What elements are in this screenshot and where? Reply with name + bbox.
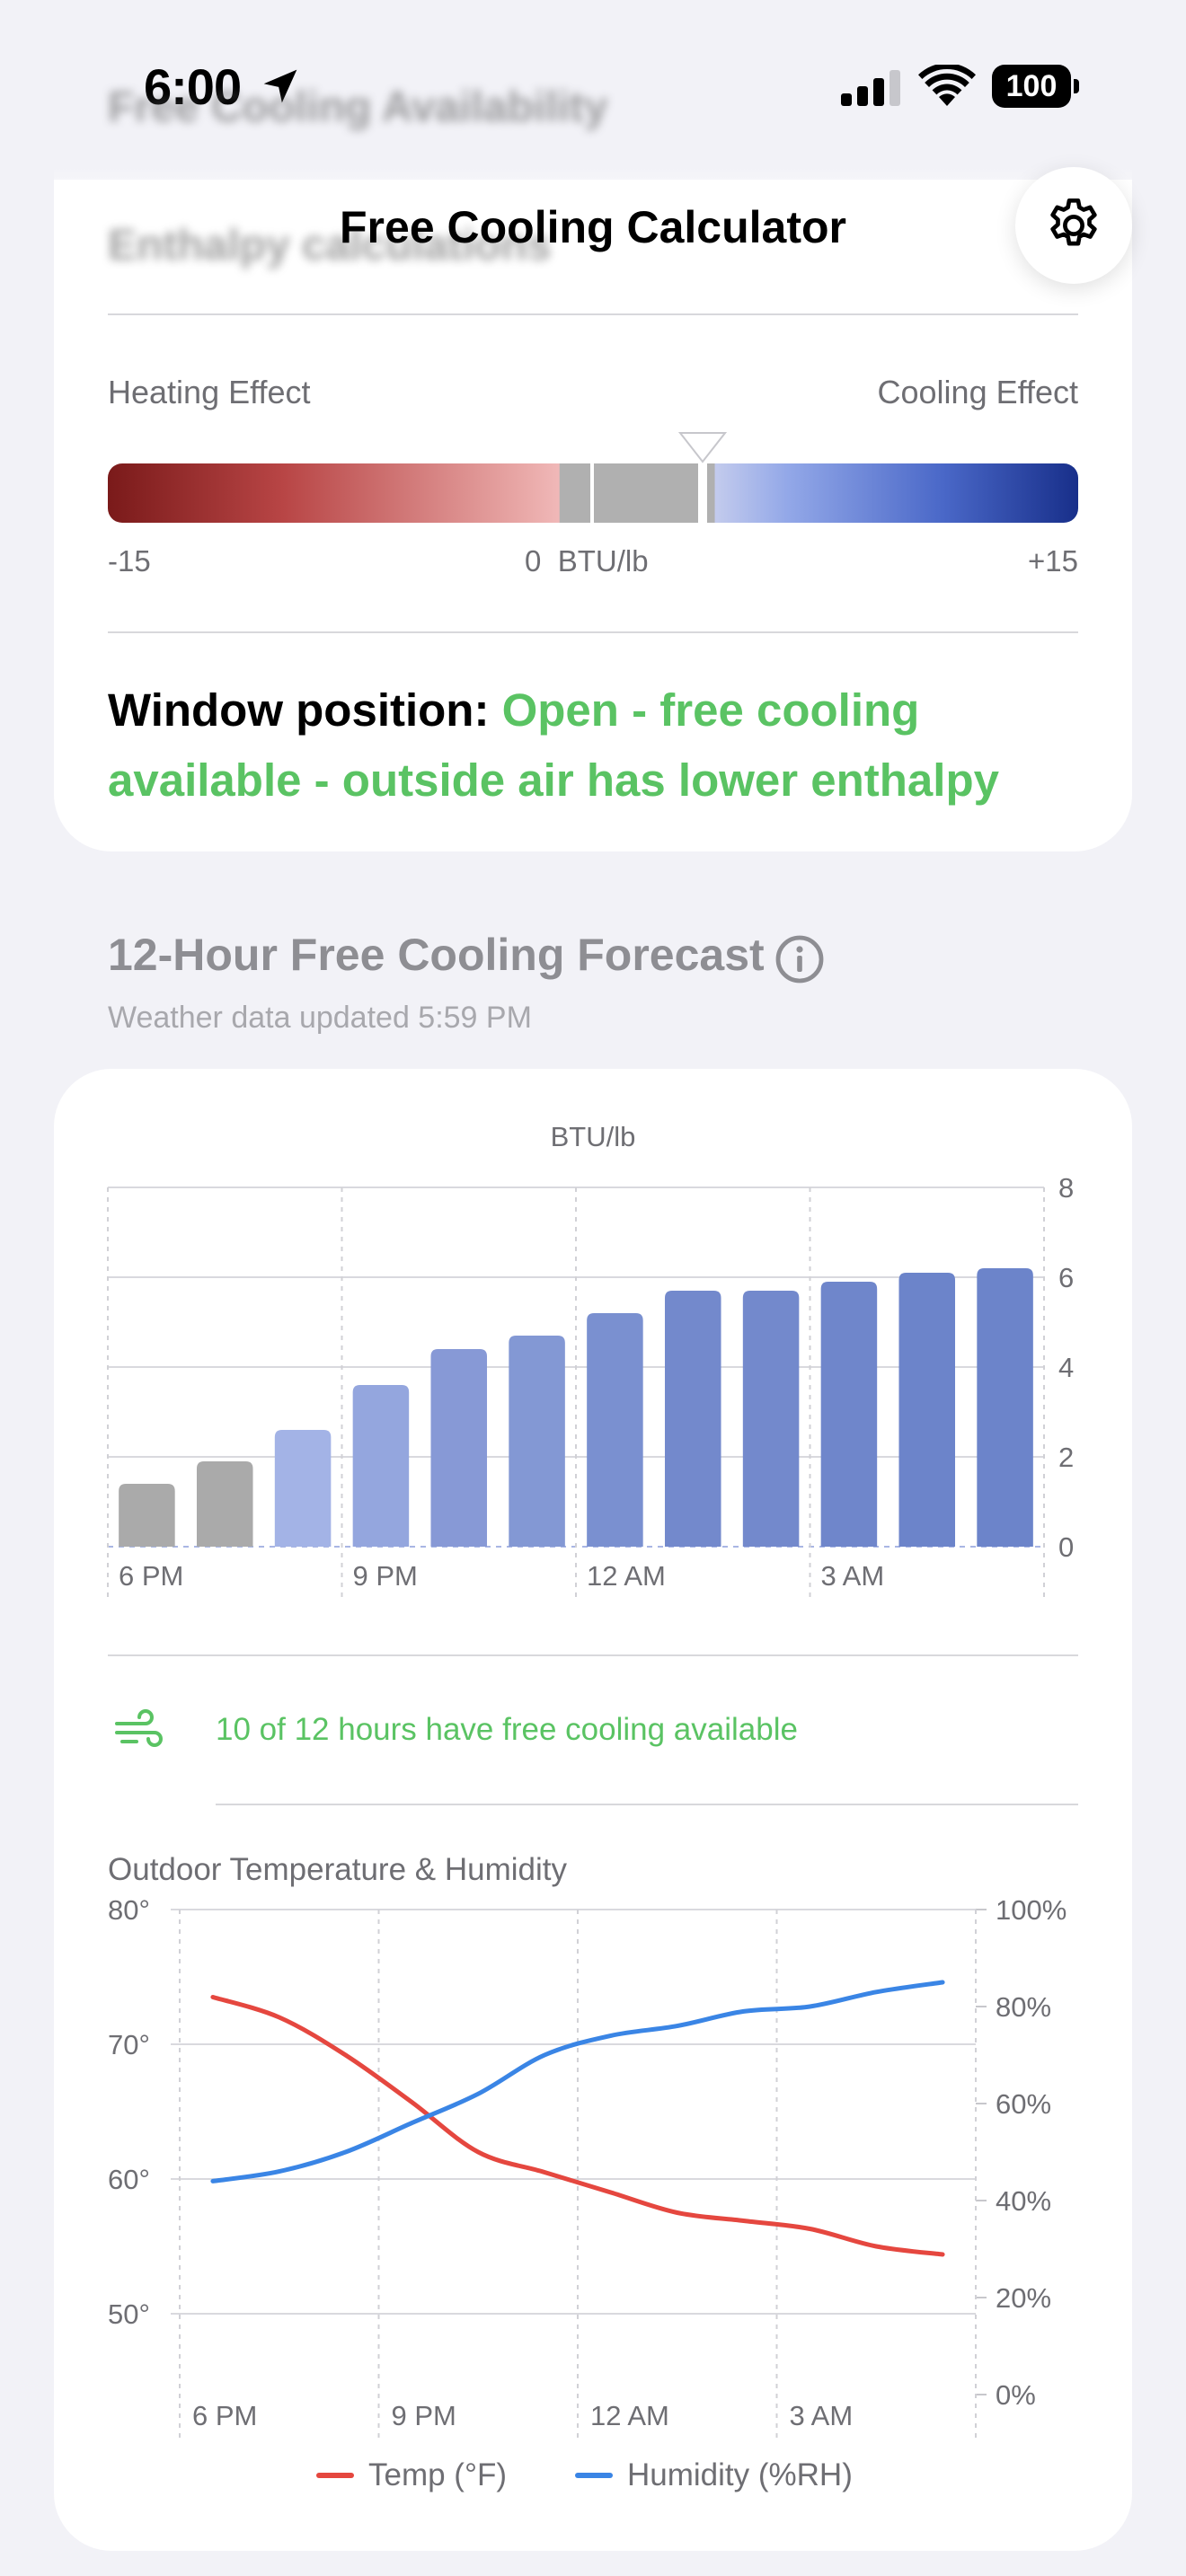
line-right-tick-label: 0%: [996, 2379, 1036, 2411]
window-position: Window position: Open - free cooling ava…: [108, 675, 1024, 816]
line-x-tick-label: 9 PM: [392, 2400, 456, 2431]
line-right-tick-label: 40%: [996, 2185, 1051, 2217]
chart-divider: [108, 1654, 1078, 1656]
scale-mid-label: 0 BTU/lb: [525, 544, 649, 578]
bar: [119, 1484, 175, 1547]
scale-min-label: -15: [108, 544, 151, 578]
battery-indicator: 100: [992, 65, 1079, 108]
scale-max-label: +15: [1028, 544, 1078, 578]
legend-temp-label: Temp (°F): [368, 2457, 507, 2492]
cooling-effect-label: Cooling Effect: [877, 374, 1078, 410]
line-left-tick-label: 50°: [108, 2298, 150, 2330]
bar: [274, 1430, 332, 1547]
line-right-tick-label: 100%: [996, 1894, 1067, 1926]
summary-divider: [216, 1804, 1078, 1805]
info-icon[interactable]: [774, 934, 825, 984]
legend-temp: Temp (°F): [316, 2457, 507, 2493]
line-right-tick-label: 80%: [996, 1991, 1051, 2023]
effect-bar-zero-tick: [590, 463, 594, 523]
bar-chart-title: BTU/lb: [551, 1121, 636, 1152]
weather-updated-text: Weather data updated 5:59 PM: [108, 1001, 532, 1035]
bar: [742, 1291, 800, 1547]
wifi-icon: [918, 65, 976, 106]
header-divider: [108, 313, 1078, 315]
bar: [352, 1385, 410, 1547]
gear-icon: [1050, 198, 1097, 246]
legend-humidity: Humidity (%RH): [575, 2457, 853, 2493]
temp-humidity-line-chart: 50° 60° 70° 80° 0% 20% 40% 60% 80% 100% 6 PM 9 PM 12…: [108, 1894, 1067, 2439]
battery-level: 100: [992, 65, 1071, 108]
cellular-signal-icon: [841, 70, 900, 106]
background-title-ghost: Free Cooling Availability: [108, 84, 608, 131]
effect-divider: [108, 631, 1078, 633]
line-left-tick-label: 70°: [108, 2029, 150, 2060]
settings-button[interactable]: [1015, 167, 1132, 284]
bar: [509, 1336, 565, 1547]
legend-humidity-swatch: [575, 2473, 613, 2478]
bar-y-tick-label: 4: [1058, 1352, 1074, 1383]
bar-y-tick-label: 6: [1058, 1262, 1074, 1293]
bar: [430, 1349, 488, 1547]
temp-humidity-chart-title: Outdoor Temperature & Humidity: [108, 1852, 567, 1887]
heating-effect-label: Heating Effect: [108, 374, 311, 410]
bar: [898, 1273, 956, 1547]
bar-y-tick-label: 2: [1058, 1442, 1074, 1473]
line-left-tick-label: 60°: [108, 2164, 150, 2195]
bar: [820, 1282, 878, 1547]
line-x-tick-label: 12 AM: [590, 2400, 669, 2431]
line-right-tick-label: 20%: [996, 2282, 1051, 2314]
bar-x-tick-label: 6 PM: [119, 1560, 183, 1592]
bar-y-tick-label: 8: [1058, 1172, 1074, 1204]
bar: [587, 1313, 643, 1547]
bar-y-tick-label: 0: [1058, 1531, 1074, 1563]
window-position-label: Window position:: [108, 684, 490, 736]
line-x-tick-label: 3 AM: [790, 2400, 854, 2431]
bar-x-tick-label: 9 PM: [353, 1560, 418, 1592]
forecast-title: 12-Hour Free Cooling Forecast: [108, 930, 765, 980]
free-cooling-hours-summary: 10 of 12 hours have free cooling availab…: [216, 1712, 798, 1747]
legend-temp-swatch: [316, 2473, 354, 2478]
line-left-tick-label: 80°: [108, 1894, 150, 1926]
bar-x-tick-label: 3 AM: [821, 1560, 885, 1592]
line-x-tick-label: 6 PM: [192, 2400, 257, 2431]
line-right-tick-label: 60%: [996, 2088, 1051, 2120]
bar-x-tick-label: 12 AM: [587, 1560, 666, 1592]
bar: [196, 1461, 253, 1547]
bar: [977, 1268, 1033, 1547]
legend-humidity-label: Humidity (%RH): [627, 2457, 853, 2492]
enthalpy-bar-chart: BTU/lb 0 2 4 6 8 6 PM 9 PM 12 AM 3 AM: [107, 1121, 1074, 1601]
bar: [664, 1291, 721, 1547]
wind-icon: [115, 1709, 163, 1747]
marker-triangle-icon: [678, 432, 727, 463]
nav-title: Free Cooling Calculator: [340, 202, 846, 252]
battery-tip: [1074, 79, 1079, 93]
